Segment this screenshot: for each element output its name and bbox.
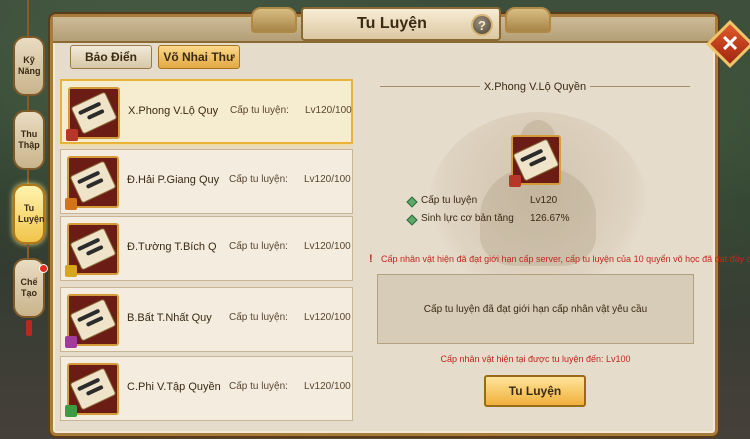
level-value: Lv120/100 (305, 105, 352, 116)
level-label: Cấp tu luyện: (229, 174, 288, 185)
close-icon: ✕ (720, 31, 740, 56)
page-title: Tu Luyện (357, 15, 427, 32)
side-tab-label: Tu Luyện (18, 203, 45, 224)
skill-book-icon (65, 363, 119, 417)
skill-row[interactable]: Đ.Hải P.Giang Quy Cấp tu luyện: Lv120/10… (60, 149, 353, 214)
tab-label: Võ Nhai Thư (163, 50, 235, 64)
skill-list[interactable]: X.Phong V.Lộ Quy Cấp tu luyện: Lv120/100… (60, 79, 353, 429)
notification-badge (39, 264, 48, 273)
skill-name: Đ.Hải P.Giang Quy (127, 174, 220, 186)
level-label: Cấp tu luyện: (230, 105, 289, 116)
help-button[interactable]: ? (471, 14, 493, 36)
tab-bao-dien[interactable]: Bảo Điển (70, 45, 152, 69)
level-value: Lv120/100 (304, 174, 351, 185)
side-tab-gather[interactable]: Thu Thập (13, 110, 45, 170)
side-tab-label: Thu Thập (18, 129, 40, 150)
skill-row[interactable]: C.Phi V.Tập Quyền Cấp tu luyện: Lv120/10… (60, 356, 353, 421)
title-ornament-left (251, 7, 297, 33)
info-box: Cấp tu luyện đã đạt giới hạn cấp nhân vậ… (377, 274, 694, 344)
level-label: Cấp tu luyện: (229, 241, 288, 252)
tab-vo-nhai-thu[interactable]: Võ Nhai Thư (158, 45, 240, 69)
skill-book-icon (65, 294, 119, 348)
stat-value: Lv120 (530, 195, 558, 206)
side-tab-label: Kỹ Năng (18, 55, 41, 76)
side-tab-label: Chế Tạo (20, 277, 38, 298)
detail-skill-name: X.Phong V.Lộ Quyền (483, 81, 587, 93)
train-button-label: Tu Luyện (508, 384, 562, 398)
skill-name: X.Phong V.Lộ Quy (128, 105, 219, 117)
skill-book-icon (65, 223, 119, 277)
stat-value: 126.67% (530, 213, 570, 224)
skill-row[interactable]: X.Phong V.Lộ Quy Cấp tu luyện: Lv120/100 (60, 79, 353, 144)
train-button[interactable]: Tu Luyện (484, 375, 586, 407)
info-text: Cấp tu luyện đã đạt giới hạn cấp nhân vậ… (423, 303, 648, 315)
title-ornament-right (505, 7, 551, 33)
detail-skill-book-icon (509, 135, 561, 187)
skill-name: B.Bất T.Nhất Quy (127, 312, 212, 324)
title-plate: Tu Luyện ? (301, 7, 501, 41)
skill-row[interactable]: Đ.Tường T.Bích Q Cấp tu luyện: Lv120/100 (60, 216, 353, 281)
tab-rope (27, 0, 29, 40)
warning-text: Cấp nhân vật hiện đã đạt giới hạn cấp se… (381, 254, 750, 264)
skill-name: Đ.Tường T.Bích Q (127, 241, 217, 253)
stat-label: Cấp tu luyện (421, 195, 478, 206)
skill-book-icon (65, 156, 119, 210)
tassel-ornament (26, 320, 32, 336)
skill-book-icon (66, 87, 120, 141)
requirement-text: Cấp nhân vật hiện tại được tu luyện đến:… (440, 354, 631, 364)
skill-row[interactable]: B.Bất T.Nhất Quy Cấp tu luyện: Lv120/100 (60, 287, 353, 352)
level-value: Lv120/100 (304, 241, 351, 252)
level-label: Cấp tu luyện: (229, 381, 288, 392)
level-label: Cấp tu luyện: (229, 312, 288, 323)
tab-label: Bảo Điển (84, 50, 137, 64)
stat-label: Sinh lực cơ bản tăng (421, 213, 514, 224)
warning-icon: ! (369, 253, 373, 265)
level-value: Lv120/100 (304, 312, 351, 323)
side-tab-skills[interactable]: Kỹ Năng (13, 36, 45, 96)
skill-name: C.Phi V.Tập Quyền (127, 381, 221, 393)
level-value: Lv120/100 (304, 381, 351, 392)
side-tab-training[interactable]: Tu Luyện (13, 184, 45, 244)
